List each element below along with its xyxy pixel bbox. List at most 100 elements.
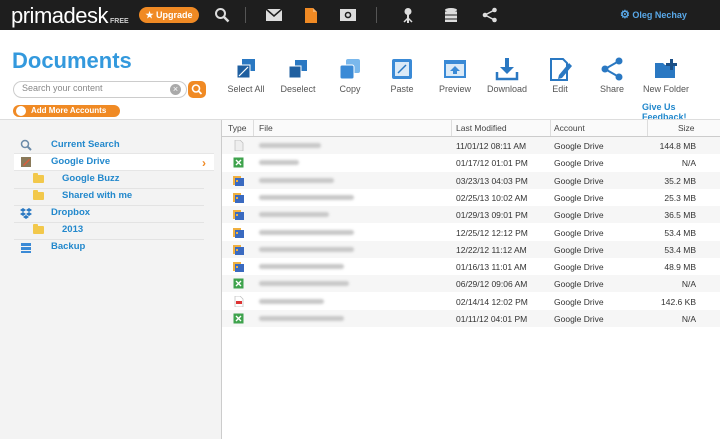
column-header-type[interactable]: Type — [228, 123, 246, 133]
sidebar-item-label: Backup — [51, 241, 86, 252]
copy-label: Copy — [339, 84, 361, 94]
cell-account: Google Drive — [554, 158, 604, 169]
cell-modified: 02/25/13 10:02 AM — [456, 192, 528, 203]
file-name-blurred[interactable] — [259, 264, 344, 270]
table-row[interactable]: 12/25/12 12:12 PM Google Drive 53.4 MB — [222, 224, 720, 241]
column-header-account[interactable]: Account — [554, 123, 585, 133]
cell-modified: 02/14/14 12:02 PM — [456, 296, 528, 307]
select-all-icon — [236, 59, 255, 79]
document-icon[interactable] — [300, 4, 322, 26]
column-header-size[interactable]: Size — [678, 123, 695, 133]
table-row[interactable]: 01/16/13 11:01 AM Google Drive 48.9 MB — [222, 258, 720, 275]
download-label: Download — [486, 84, 528, 94]
sidebar-item-backup[interactable]: Backup — [14, 239, 214, 255]
file-name-blurred[interactable] — [259, 316, 344, 321]
column-divider — [451, 120, 452, 136]
sidebar-item-google-drive[interactable]: Google Drive › — [14, 153, 214, 171]
dropbox-icon — [20, 208, 32, 219]
sidebar-item-label: Shared with me — [62, 190, 133, 201]
sidebar-item-label: Dropbox — [51, 207, 91, 218]
table-row[interactable]: 02/25/13 10:02 AM Google Drive 25.3 MB — [222, 189, 720, 206]
share-icon — [601, 57, 623, 81]
paste-button[interactable]: Paste — [376, 56, 428, 94]
table-row[interactable]: 01/17/12 01:01 PM Google Drive N/A — [222, 154, 720, 171]
cell-account: Google Drive — [554, 279, 604, 290]
cell-size: 144.8 MB — [659, 141, 696, 151]
sidebar-item-google-buzz[interactable]: Google Buzz — [14, 171, 214, 187]
copy-button[interactable]: Copy — [324, 56, 376, 94]
column-header-modified[interactable]: Last Modified — [456, 123, 507, 133]
share-button[interactable]: Share — [586, 56, 638, 94]
download-button[interactable]: Download — [481, 56, 533, 94]
file-name-blurred[interactable] — [259, 246, 354, 252]
deselect-label: Deselect — [280, 84, 316, 94]
add-accounts-button[interactable]: Add More Accounts — [13, 105, 120, 117]
table-row[interactable]: 02/14/14 12:02 PM Google Drive 142.6 KB — [222, 293, 720, 310]
share-label: Share — [599, 84, 625, 94]
search-button[interactable] — [188, 81, 206, 98]
chevron-right-icon: › — [202, 156, 206, 170]
edit-button[interactable]: Edit — [534, 56, 586, 94]
search-icon[interactable] — [211, 4, 233, 26]
deselect-button[interactable]: Deselect — [272, 56, 324, 94]
preview-button[interactable]: Preview — [429, 56, 481, 94]
table-row[interactable]: 03/23/13 04:03 PM Google Drive 35.2 MB — [222, 171, 720, 189]
clear-search-icon[interactable]: × — [170, 84, 181, 95]
file-name-blurred[interactable] — [259, 298, 324, 304]
cell-modified: 03/23/13 04:03 PM — [456, 175, 528, 186]
column-divider — [647, 120, 648, 136]
cell-size: 48.9 MB — [664, 262, 696, 273]
cell-size: 36.5 MB — [664, 210, 696, 221]
table-row[interactable]: 01/29/13 09:01 PM Google Drive 36.5 MB — [222, 206, 720, 224]
download-icon — [495, 58, 519, 81]
cell-modified: 01/29/13 09:01 PM — [456, 210, 528, 221]
cell-account: Google Drive — [554, 192, 604, 203]
select-all-button[interactable]: Select All — [220, 56, 272, 94]
column-header-file[interactable]: File — [259, 123, 273, 133]
cell-size: 142.6 KB — [661, 296, 696, 307]
file-name-blurred[interactable] — [259, 194, 354, 200]
table-row[interactable]: 06/29/12 09:06 AM Google Drive N/A — [222, 275, 720, 293]
cell-modified: 12/22/12 11:12 AM — [456, 244, 527, 255]
app-logo[interactable]: primadesk FREE — [11, 3, 129, 29]
search-input[interactable]: Search your content × — [13, 81, 187, 98]
user-name: Oleg Nechay — [632, 10, 687, 20]
sidebar-item-2013[interactable]: 2013 — [14, 222, 214, 238]
sidebar-item-current-search[interactable]: Current Search — [14, 137, 214, 153]
add-accounts-icon — [16, 106, 26, 116]
upgrade-label: Upgrade — [156, 10, 193, 20]
file-name-blurred[interactable] — [259, 229, 354, 235]
top-separator — [245, 7, 246, 23]
table-header: Type File Last Modified Account Size — [222, 120, 720, 137]
mail-icon[interactable] — [263, 4, 285, 26]
database-icon[interactable] — [440, 4, 462, 26]
file-name-blurred[interactable] — [259, 143, 321, 148]
user-menu[interactable]: ⚙ Oleg Nechay — [620, 8, 687, 21]
file-name-blurred[interactable] — [259, 160, 299, 166]
upgrade-button[interactable]: ★ Upgrade — [139, 7, 199, 23]
preview-label: Preview — [438, 84, 471, 94]
paste-icon — [392, 59, 412, 79]
file-name-blurred[interactable] — [259, 281, 349, 287]
table-row[interactable]: 11/01/12 08:11 AM Google Drive 144.8 MB — [222, 137, 720, 154]
sidebar-item-label: Google Buzz — [62, 173, 120, 184]
cell-size: 53.4 MB — [664, 227, 696, 238]
file-name-blurred[interactable] — [259, 177, 334, 183]
sidebar-item-shared-with-me[interactable]: Shared with me — [14, 188, 214, 204]
cell-account: Google Drive — [554, 296, 604, 307]
table-row[interactable]: 01/11/12 04:01 PM Google Drive N/A — [222, 310, 720, 327]
cell-size: 53.4 MB — [664, 244, 696, 255]
cell-account: Google Drive — [554, 314, 604, 324]
music-icon[interactable] — [397, 4, 419, 26]
add-accounts-label: Add More Accounts — [31, 106, 107, 115]
new-folder-button[interactable]: New Folder — [640, 56, 692, 94]
photo-icon[interactable] — [337, 4, 359, 26]
file-name-blurred[interactable] — [259, 212, 329, 218]
share-icon[interactable] — [479, 4, 501, 26]
sidebar-item-dropbox[interactable]: Dropbox — [14, 205, 214, 221]
cell-modified: 11/01/12 08:11 AM — [456, 141, 527, 151]
preview-icon — [444, 60, 466, 78]
new-folder-label: New Folder — [642, 84, 689, 94]
column-divider — [550, 120, 551, 136]
table-row[interactable]: 12/22/12 11:12 AM Google Drive 53.4 MB — [222, 240, 720, 258]
